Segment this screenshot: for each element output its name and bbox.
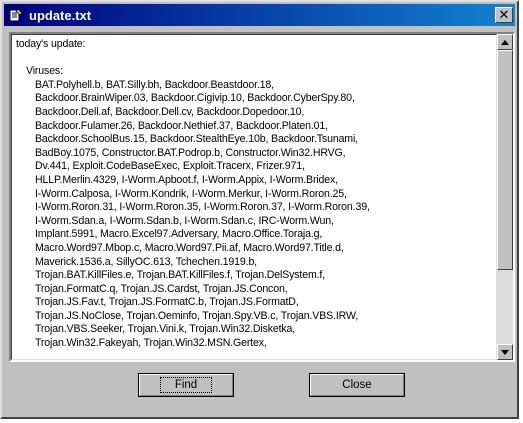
virus-list-line: Trojan.JS.NoClose, Trojan.Oeminfo, Troja… — [35, 309, 358, 322]
find-button-label: Find — [159, 377, 213, 393]
virus-list-line: Macro.Word97.Mbop.c, Macro.Word97.Pii.af… — [35, 241, 344, 254]
virus-list-line: Backdoor.Fulamer.26, Backdoor.Nethief.37… — [35, 119, 328, 132]
scrollbar-thumb[interactable] — [497, 50, 513, 270]
virus-list-line: BAT.Polyhell.b, BAT.Silly.bh, Backdoor.B… — [35, 78, 274, 91]
virus-list-line: Implant.5991, Macro.Excel97.Adversary, M… — [35, 228, 323, 241]
arrow-up-icon — [501, 39, 509, 45]
close-button-label: Close — [342, 379, 372, 391]
window-title: update.txt — [29, 7, 92, 23]
virus-list-line: Trojan.BAT.KillFiles.e, Trojan.BAT.KillF… — [35, 269, 325, 282]
close-icon: ✕ — [498, 7, 510, 23]
virus-list-line: I-Worm.Sdan.a, I-Worm.Sdan.b, I-Worm.Sda… — [35, 214, 334, 227]
virus-list-line: Backdoor.SchoolBus.15, Backdoor.StealthE… — [35, 133, 358, 146]
virus-list-line: Trojan.Win32.Fakeyah, Trojan.Win32.MSN.G… — [35, 337, 267, 350]
title-bar[interactable]: update.txt ✕ — [4, 4, 515, 26]
update-dialog-window: update.txt ✕ today's update: Viruses: BA… — [0, 0, 519, 419]
virus-list-line: I-Worm.Calposa, I-Worm.Kondrik, I-Worm.M… — [35, 187, 347, 200]
find-button[interactable]: Find — [138, 373, 234, 397]
virus-list: BAT.Polyhell.b, BAT.Silly.bh, Backdoor.B… — [16, 79, 492, 351]
virus-list-line: Backdoor.BrainWiper.03, Backdoor.Cigivip… — [35, 92, 355, 105]
virus-list-line: BadBoy.1075, Constructor.BAT.Podrop.b, C… — [35, 146, 346, 159]
virus-list-line: Maverick.1536.a, SillyOC.613, Tchechen.1… — [35, 255, 257, 268]
virus-list-line: HLLP.Merlin.4329, I-Worm.Apboot.f, I-Wor… — [35, 173, 338, 186]
arrow-down-icon — [501, 349, 509, 355]
virus-list-line: Trojan.VBS.Seeker, Trojan.Vini.k, Trojan… — [35, 323, 296, 336]
scroll-down-button[interactable] — [497, 344, 513, 360]
update-text-content[interactable]: today's update: Viruses: BAT.Polyhell.b,… — [11, 34, 497, 360]
notepad-icon — [7, 6, 25, 24]
close-button[interactable]: Close — [309, 373, 405, 397]
update-text-area[interactable]: today's update: Viruses: BAT.Polyhell.b,… — [9, 32, 515, 362]
virus-list-line: Backdoor.Dell.af, Backdoor.Dell.cv, Back… — [35, 105, 305, 118]
virus-list-line: Dv.441, Exploit.CodeBaseExec, Exploit.Tr… — [35, 160, 305, 173]
update-header: today's update: — [16, 38, 86, 50]
virus-list-line: I-Worm.Roron.31, I-Worm.Roron.35, I-Worm… — [35, 201, 370, 214]
section-heading-viruses: Viruses: — [26, 65, 63, 78]
virus-list-line: Trojan.JS.Fav.t, Trojan.JS.FormatC.b, Tr… — [35, 296, 299, 309]
close-window-button[interactable]: ✕ — [495, 7, 513, 23]
virus-list-line: Trojan.FormatC.q, Trojan.JS.Cardst, Troj… — [35, 282, 288, 295]
vertical-scrollbar[interactable] — [497, 34, 513, 360]
scroll-up-button[interactable] — [497, 34, 513, 50]
